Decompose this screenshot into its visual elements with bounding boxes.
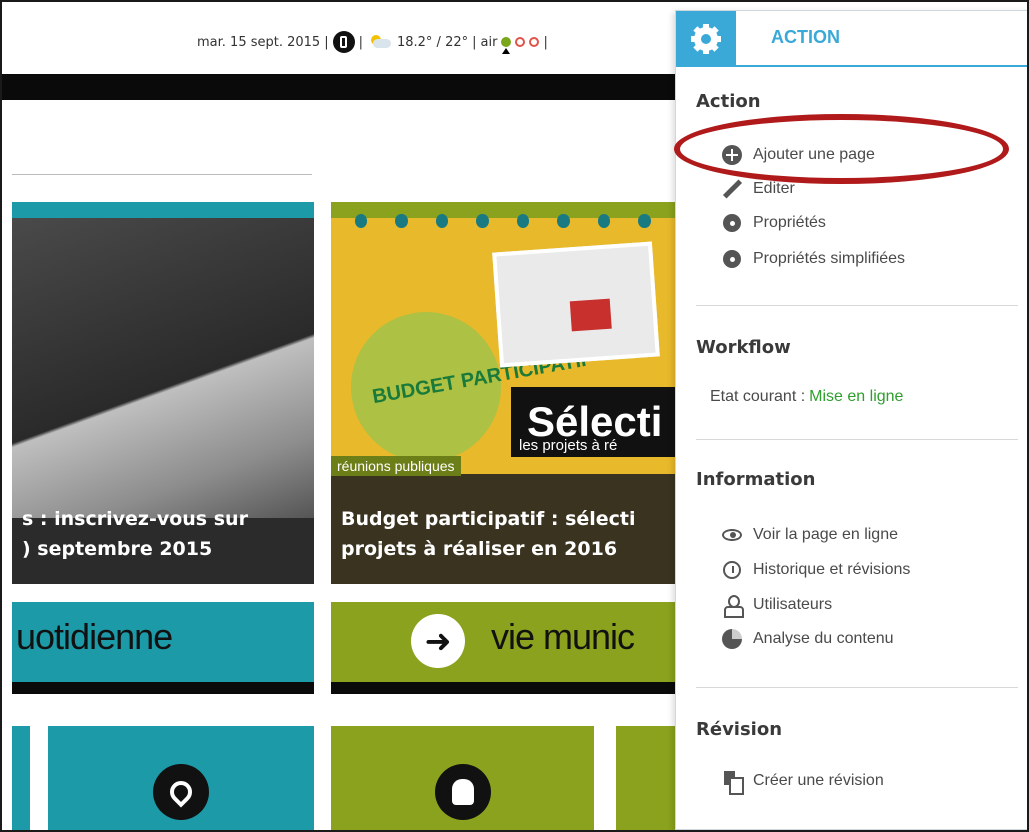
history-clock-icon	[721, 559, 743, 581]
copy-document-icon	[721, 770, 744, 795]
news-card-caption[interactable]: s : inscrivez-vous sur ) septembre 2015	[22, 504, 248, 564]
caption-line: s : inscrivez-vous sur	[22, 508, 248, 530]
section-title-workflow: Workflow	[696, 337, 791, 358]
separator: |	[324, 34, 329, 50]
temperature-text: 18.2° / 22°	[396, 34, 469, 50]
tile-underline	[331, 682, 691, 694]
news-card-budget[interactable]: BUDGET PARTICIPATIF Sélecti les projets …	[331, 202, 691, 584]
action-panel-title: ACTION	[771, 27, 840, 47]
news-card-registration[interactable]: s : inscrivez-vous sur ) septembre 2015	[12, 202, 314, 584]
workflow-status: Etat courant : Mise en ligne	[710, 385, 903, 409]
menu-item-simplified-properties[interactable]: Propriétés simplifiées	[721, 247, 905, 271]
tile-vie-municipale[interactable]: ➜ vie munic	[331, 602, 691, 682]
category-tag[interactable]: réunions publiques	[331, 456, 461, 476]
date-text: mar. 15 sept. 2015	[197, 34, 321, 50]
tile-square[interactable]	[12, 726, 30, 830]
caption-line: ) septembre 2015	[22, 538, 213, 560]
menu-item-label: Voir la page en ligne	[753, 526, 898, 543]
menu-item-label: Propriétés	[753, 214, 826, 231]
air-quality-dot-icon	[529, 37, 540, 47]
menu-item-content-analysis[interactable]: Analyse du contenu	[721, 627, 894, 651]
menu-item-label: Historique et révisions	[753, 561, 911, 578]
caption-line: Budget participatif : sélecti	[341, 508, 636, 530]
divider	[696, 687, 1018, 688]
divider	[696, 305, 1018, 306]
status-label: Etat courant :	[710, 388, 806, 405]
screenshot-frame: mar. 15 sept. 2015 | | 18.2° / 22° | air…	[0, 0, 1029, 832]
air-quality-indicator-icon	[501, 37, 512, 54]
menu-item-label: Utilisateurs	[753, 596, 833, 613]
divider	[12, 174, 312, 175]
user-icon	[721, 594, 744, 618]
decorative-dots	[331, 214, 691, 228]
air-quality-dot-icon	[515, 37, 526, 47]
action-panel-header[interactable]: ACTION	[676, 11, 1027, 67]
tile-vie-quotidienne[interactable]: uotidienne	[12, 602, 314, 682]
mobile-phone-icon[interactable]	[332, 31, 355, 53]
playground-photo	[492, 241, 660, 368]
air-label: air	[480, 34, 498, 50]
tile-square-person[interactable]	[331, 726, 594, 830]
ballot-box-photo	[12, 218, 314, 518]
gear-icon[interactable]	[676, 11, 736, 67]
separator: |	[472, 34, 477, 50]
site-nav-bar	[2, 74, 702, 100]
pencil-icon	[721, 178, 743, 200]
menu-item-users[interactable]: Utilisateurs	[721, 593, 833, 618]
tile-label: vie munic	[491, 616, 635, 657]
arrow-right-icon: ➜	[411, 614, 465, 668]
separator: |	[358, 34, 363, 50]
speech-bubble-subtitle: les projets à ré	[519, 437, 618, 454]
menu-item-label: Propriétés simplifiées	[753, 250, 906, 267]
red-highlight-ellipse	[674, 114, 1009, 184]
person-icon	[435, 764, 491, 820]
separator: |	[543, 34, 548, 50]
tile-label: uotidienne	[16, 616, 173, 657]
status-value: Mise en ligne	[809, 388, 904, 405]
card-top-strip	[12, 202, 314, 218]
section-title-action: Action	[696, 91, 761, 112]
menu-item-create-revision[interactable]: Créer une révision	[721, 769, 884, 795]
section-title-information: Information	[696, 469, 816, 490]
news-card-caption[interactable]: Budget participatif : sélecti projets à …	[341, 504, 636, 564]
divider	[696, 439, 1018, 440]
menu-item-properties[interactable]: Propriétés	[721, 211, 826, 235]
menu-item-label: Analyse du contenu	[753, 630, 894, 647]
tile-underline	[12, 682, 314, 694]
location-pin-icon	[153, 764, 209, 820]
menu-item-view-online[interactable]: Voir la page en ligne	[721, 523, 898, 547]
gear-forward-icon	[721, 248, 743, 270]
caption-line: projets à réaliser en 2016	[341, 538, 618, 560]
weather-icon	[367, 35, 393, 49]
top-info-bar: mar. 15 sept. 2015 | | 18.2° / 22° | air…	[197, 30, 548, 54]
tile-square-location[interactable]	[48, 726, 314, 830]
menu-item-label: Editer	[753, 180, 795, 197]
pie-chart-icon	[721, 628, 743, 650]
section-title-revision: Révision	[696, 719, 783, 740]
gear-icon	[721, 212, 743, 234]
menu-item-label: Créer une révision	[753, 772, 884, 789]
menu-item-history[interactable]: Historique et révisions	[721, 558, 910, 582]
eye-icon	[721, 524, 743, 546]
